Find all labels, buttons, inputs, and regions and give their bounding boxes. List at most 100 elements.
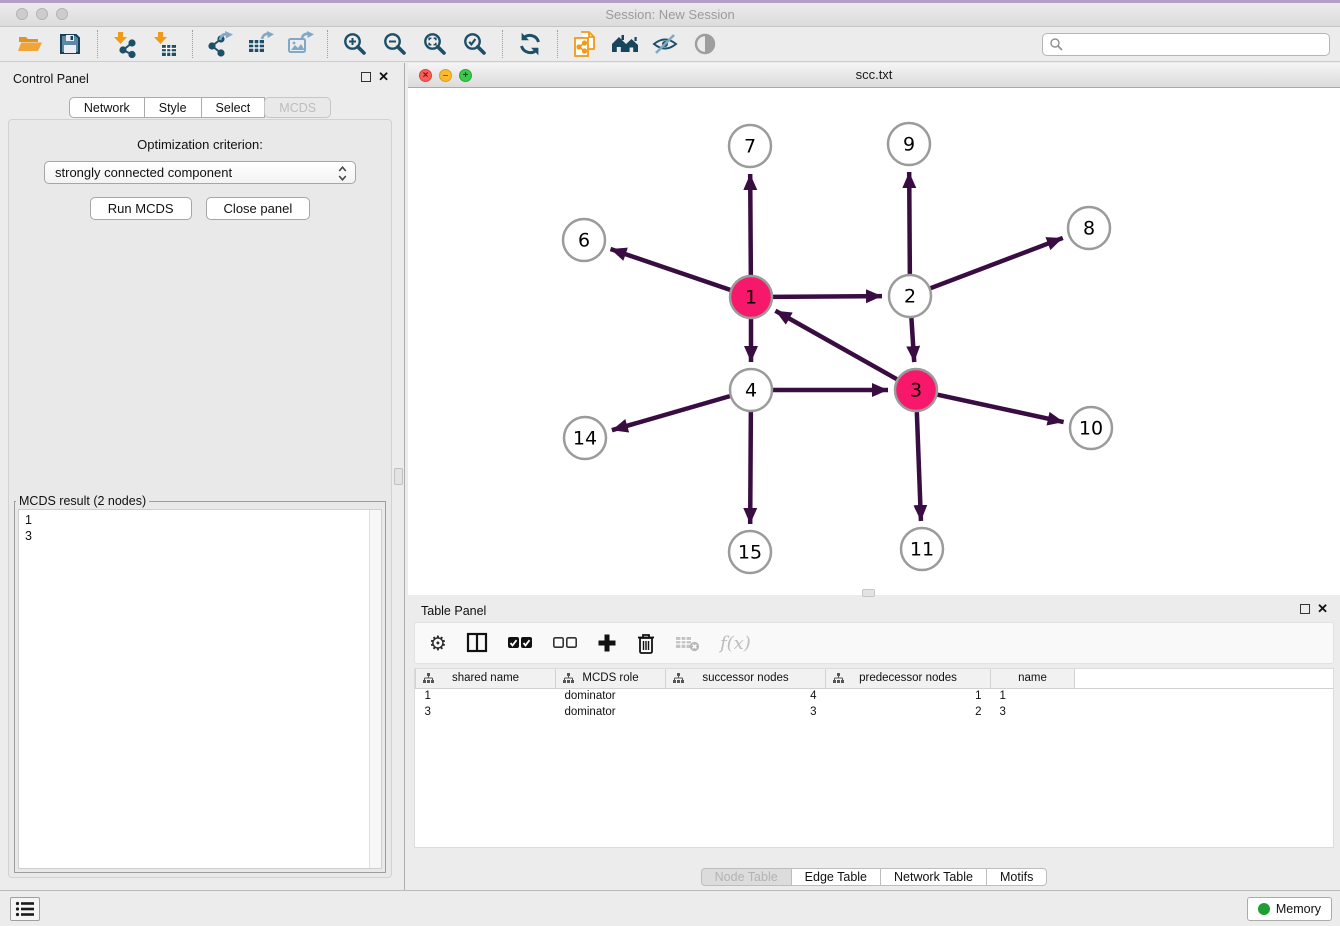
graph-edge-3-1[interactable] — [775, 311, 896, 379]
mcds-result-textarea[interactable]: 13 — [18, 509, 382, 869]
network-close-icon[interactable]: × — [419, 69, 432, 82]
column-tree-icon — [673, 673, 684, 683]
horizontal-splitter-handle[interactable] — [862, 589, 875, 597]
close-table-panel-icon[interactable]: ✕ — [1317, 601, 1328, 616]
graph-edge-3-10[interactable] — [937, 395, 1063, 422]
vertical-splitter-handle[interactable] — [394, 468, 403, 485]
graph-edge-3-11[interactable] — [917, 412, 921, 521]
network-maximize-icon[interactable]: + — [459, 69, 472, 82]
graph-edge-2-8[interactable] — [931, 238, 1063, 288]
table-row[interactable]: 3dominator323 — [416, 704, 1334, 720]
column-header-MCDS-role[interactable]: MCDS role — [556, 669, 666, 688]
tab-edge-table[interactable]: Edge Table — [792, 868, 881, 886]
select-all-icon[interactable] — [507, 636, 533, 650]
column-header-successor-nodes[interactable]: successor nodes — [666, 669, 826, 688]
network-minimize-icon[interactable]: – — [439, 69, 452, 82]
search-field[interactable] — [1042, 33, 1330, 56]
table-row[interactable]: 1dominator411 — [416, 688, 1334, 704]
homes-icon[interactable] — [608, 29, 642, 59]
graph-edge-1-6[interactable] — [610, 249, 730, 290]
dropdown-stepper-icon — [338, 166, 347, 181]
graph-node-label: 8 — [1083, 218, 1095, 240]
export-network-icon[interactable] — [203, 29, 237, 59]
trash-icon[interactable] — [636, 632, 656, 654]
column-header-shared-name[interactable]: shared name — [416, 669, 556, 688]
graph-node-label: 11 — [910, 539, 934, 561]
column-tree-icon — [423, 673, 434, 683]
panel-divider[interactable] — [404, 63, 405, 890]
table-cell[interactable]: dominator — [556, 688, 666, 704]
tab-motifs[interactable]: Motifs — [987, 868, 1047, 886]
memory-button[interactable]: Memory — [1247, 897, 1332, 921]
table-cell[interactable]: 3 — [991, 704, 1075, 720]
tab-mcds[interactable]: MCDS — [264, 97, 331, 118]
eye-slash-icon[interactable] — [648, 29, 682, 59]
control-panel-header: Control Panel ✕ — [0, 63, 400, 93]
network-titlebar: × – + scc.txt — [408, 63, 1340, 88]
tab-node-table[interactable]: Node Table — [701, 868, 792, 886]
refresh-icon[interactable] — [513, 29, 547, 59]
graph-edge-4-15[interactable] — [750, 412, 751, 524]
export-image-icon[interactable] — [283, 29, 317, 59]
zoom-out-icon[interactable] — [378, 29, 412, 59]
open-folder-icon[interactable] — [13, 29, 47, 59]
function-builder-icon: f(x) — [720, 633, 751, 654]
column-header-name[interactable]: name — [991, 669, 1075, 688]
unselect-all-icon[interactable] — [552, 636, 578, 650]
network-graph[interactable]: 7968124314101511 — [408, 88, 1340, 595]
import-table-icon[interactable] — [148, 29, 182, 59]
close-panel-icon[interactable]: ✕ — [378, 69, 389, 84]
table-cell[interactable]: 3 — [666, 704, 826, 720]
table-cell[interactable]: 1 — [416, 688, 556, 704]
tab-network[interactable]: Network — [69, 97, 145, 118]
zoom-in-icon[interactable] — [338, 29, 372, 59]
split-columns-icon[interactable] — [466, 632, 488, 654]
graph-edge-2-9[interactable] — [909, 172, 910, 274]
table-cell[interactable]: dominator — [556, 704, 666, 720]
result-scrollbar[interactable] — [369, 510, 381, 868]
graph-edge-4-14[interactable] — [612, 396, 730, 430]
column-tree-icon — [833, 673, 844, 683]
table-cell[interactable]: 4 — [666, 688, 826, 704]
task-history-button[interactable] — [10, 897, 40, 921]
mcds-result-line: 3 — [25, 528, 381, 544]
close-panel-button[interactable]: Close panel — [206, 197, 311, 220]
float-panel-icon[interactable] — [361, 72, 371, 82]
tab-style[interactable]: Style — [145, 97, 202, 118]
tab-network-table[interactable]: Network Table — [881, 868, 987, 886]
column-header-predecessor-nodes[interactable]: predecessor nodes — [826, 669, 991, 688]
duplicate-network-icon[interactable] — [568, 29, 602, 59]
maximize-window-icon[interactable] — [56, 8, 68, 20]
add-column-icon[interactable] — [597, 633, 617, 653]
optimization-criterion-select[interactable]: strongly connected component — [44, 161, 356, 184]
node-table: shared nameMCDS rolesuccessor nodesprede… — [415, 669, 1333, 720]
contrast-eye-icon[interactable] — [688, 29, 722, 59]
network-canvas[interactable]: 7968124314101511 — [408, 88, 1340, 595]
toolbar-separator — [502, 30, 503, 58]
export-table-icon[interactable] — [243, 29, 277, 59]
minimize-window-icon[interactable] — [36, 8, 48, 20]
graph-edge-1-2[interactable] — [773, 296, 882, 297]
control-panel-title: Control Panel — [13, 72, 89, 86]
mcds-result-title: MCDS result (2 nodes) — [16, 494, 149, 508]
save-icon[interactable] — [53, 29, 87, 59]
table-cell[interactable]: 1 — [991, 688, 1075, 704]
table-cell[interactable]: 1 — [826, 688, 991, 704]
network-window: × – + scc.txt 7968124314101511 — [408, 63, 1340, 595]
table-cell[interactable]: 3 — [416, 704, 556, 720]
toolbar-separator — [557, 30, 558, 58]
gear-icon[interactable]: ⚙ — [429, 633, 447, 653]
run-mcds-button[interactable]: Run MCDS — [90, 197, 192, 220]
zoom-selected-icon[interactable] — [458, 29, 492, 59]
float-table-panel-icon[interactable] — [1300, 604, 1310, 614]
zoom-fit-icon[interactable] — [418, 29, 452, 59]
mcds-result-line: 1 — [25, 512, 381, 528]
graph-edge-2-3[interactable] — [911, 318, 914, 362]
close-window-icon[interactable] — [16, 8, 28, 20]
tab-select[interactable]: Select — [202, 97, 266, 118]
graph-edge-1-7[interactable] — [750, 174, 751, 275]
table-cell[interactable]: 2 — [826, 704, 991, 720]
row-filler — [1075, 704, 1334, 720]
import-network-icon[interactable] — [108, 29, 142, 59]
search-input[interactable] — [1067, 36, 1323, 53]
